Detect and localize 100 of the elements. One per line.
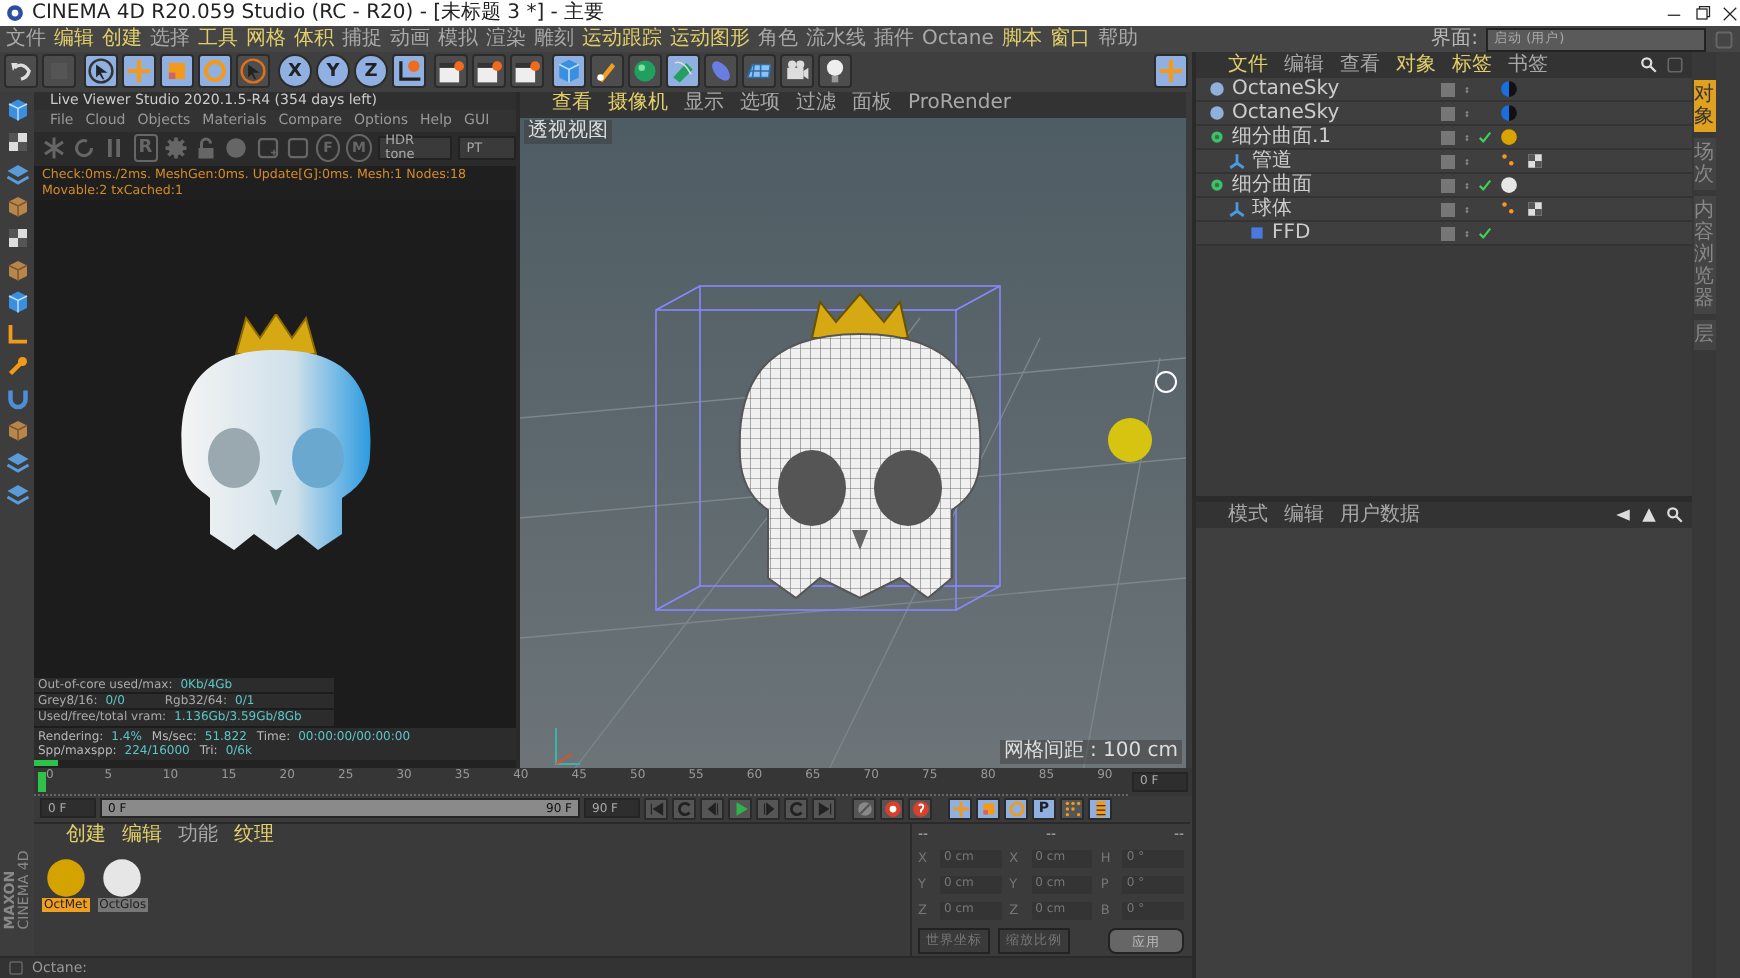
half-circle-icon[interactable] — [1500, 104, 1518, 122]
clapper-button[interactable] — [510, 54, 544, 89]
dots-icon[interactable] — [1500, 200, 1518, 218]
select-button[interactable] — [84, 54, 118, 89]
menu-item[interactable]: 工具 — [198, 27, 238, 51]
refresh-button[interactable] — [72, 134, 97, 163]
menu-item[interactable]: 编辑 — [1284, 53, 1324, 77]
menu-item[interactable]: 功能 — [178, 824, 218, 849]
render-target-button[interactable] — [1154, 54, 1188, 89]
menu-item[interactable]: 纹理 — [234, 824, 274, 849]
wrench-tool-button[interactable] — [3, 351, 31, 380]
autokey-button[interactable] — [908, 797, 932, 820]
checker-icon[interactable] — [1526, 200, 1544, 218]
check-icon[interactable] — [1478, 226, 1492, 240]
record-button[interactable] — [880, 797, 904, 820]
menu-item[interactable]: 文件 — [1228, 53, 1268, 77]
menu-item[interactable]: ProRender — [908, 92, 1011, 117]
menu-item[interactable]: 插件 — [874, 27, 914, 51]
ball-button[interactable] — [224, 134, 249, 163]
dots-icon[interactable] — [1500, 152, 1518, 170]
restore-icon[interactable] — [1692, 3, 1712, 23]
sphere-button[interactable] — [628, 54, 662, 89]
menu-item[interactable]: 对象 — [1396, 53, 1436, 77]
checker-tool-button[interactable] — [3, 127, 31, 156]
menu-item[interactable]: 运动图形 — [670, 27, 750, 51]
layers-tool-button[interactable] — [3, 447, 31, 476]
lock-button[interactable] — [194, 134, 219, 163]
menu-item[interactable]: 查看 — [552, 92, 592, 117]
object-name[interactable]: 球体 — [1252, 197, 1292, 221]
menu-item[interactable]: 创建 — [102, 27, 142, 51]
box-tool-button[interactable] — [3, 415, 31, 444]
object-name[interactable]: 细分曲面 — [1232, 173, 1312, 197]
search-icon[interactable] — [1640, 56, 1658, 74]
menu-item[interactable]: 运动跟踪 — [582, 27, 662, 51]
box-tool-button[interactable] — [3, 191, 31, 220]
menu-item[interactable]: 过滤 — [796, 92, 836, 117]
menu-item[interactable]: 编辑 — [54, 27, 94, 51]
menu-item[interactable]: 文件 — [6, 27, 46, 51]
search-icon[interactable] — [1666, 506, 1684, 524]
play-button[interactable] — [728, 797, 752, 820]
rotate-button[interactable] — [198, 54, 232, 89]
half-circle-icon[interactable] — [1500, 80, 1518, 98]
clapper-button[interactable] — [472, 54, 506, 89]
menu-item[interactable]: 用户数据 — [1340, 503, 1420, 527]
menu-item[interactable]: 创建 — [66, 824, 106, 849]
menu-item[interactable]: 捕捉 — [342, 27, 382, 51]
check-icon[interactable] — [1478, 130, 1492, 144]
undo-button[interactable] — [4, 54, 38, 89]
menu-item[interactable]: 选项 — [740, 92, 780, 117]
side-tab[interactable]: 层 — [1693, 320, 1715, 350]
side-tab[interactable]: 对象 — [1693, 80, 1715, 132]
coord-button[interactable] — [392, 54, 426, 89]
object-name[interactable]: FFD — [1272, 221, 1311, 245]
check-icon[interactable] — [1478, 178, 1492, 192]
close-icon[interactable] — [1720, 3, 1740, 23]
layers-tool-button[interactable] — [3, 479, 31, 508]
menu-item[interactable]: 书签 — [1508, 53, 1548, 77]
camera-button[interactable] — [780, 54, 814, 89]
up-arrow-icon[interactable] — [1640, 506, 1658, 524]
axis-button[interactable]: Y — [316, 54, 350, 89]
move-button[interactable] — [948, 797, 972, 820]
back-arrow-icon[interactable] — [1614, 506, 1632, 524]
menu-item[interactable]: 帮助 — [1097, 27, 1138, 51]
menu-item[interactable]: 网格 — [246, 27, 286, 51]
menu-item[interactable]: 查看 — [1340, 53, 1380, 77]
menu-item[interactable]: 显示 — [684, 92, 724, 117]
side-tab[interactable]: 内容浏览器 — [1693, 196, 1715, 314]
cube-tool-button[interactable] — [3, 287, 31, 316]
menu-item[interactable]: Octane — [922, 27, 994, 51]
plane-button[interactable] — [742, 54, 776, 89]
menu-item[interactable]: 模拟 — [438, 27, 478, 51]
checker-icon[interactable] — [1526, 152, 1544, 170]
menu-item[interactable]: 角色 — [758, 27, 798, 51]
cube-button[interactable] — [552, 54, 586, 89]
axis-button[interactable]: X — [278, 54, 312, 89]
corner-tool-button[interactable] — [3, 319, 31, 348]
menu-item[interactable]: 窗口 — [1049, 27, 1090, 51]
box-tool-button[interactable] — [3, 255, 31, 284]
axis-button[interactable]: Z — [354, 54, 388, 89]
menu-item[interactable]: 编辑 — [122, 824, 162, 849]
scale-button[interactable] — [976, 797, 1000, 820]
move-button[interactable] — [122, 54, 156, 89]
playhead[interactable] — [38, 771, 46, 792]
clapper-button[interactable] — [434, 54, 468, 89]
menu-item[interactable]: 体积 — [294, 27, 334, 51]
menu-item[interactable]: 模式 — [1228, 503, 1268, 527]
film-button[interactable] — [1088, 797, 1112, 820]
material-tag-icon[interactable] — [1500, 128, 1518, 146]
cube-tool-button[interactable] — [3, 95, 31, 124]
rotate-button[interactable] — [1004, 797, 1028, 820]
square-button[interactable] — [285, 134, 310, 163]
capsule-button[interactable] — [704, 54, 738, 89]
layers-tool-button[interactable] — [3, 159, 31, 188]
menu-item[interactable]: 脚本 — [1001, 27, 1042, 51]
object-name[interactable]: 管道 — [1252, 149, 1292, 173]
material-tag-icon[interactable] — [1500, 176, 1518, 194]
asterisk-button[interactable] — [42, 134, 67, 163]
light-button[interactable] — [818, 54, 852, 89]
side-tab[interactable]: 场次 — [1693, 138, 1715, 190]
menu-item[interactable]: 雕刻 — [534, 27, 574, 51]
